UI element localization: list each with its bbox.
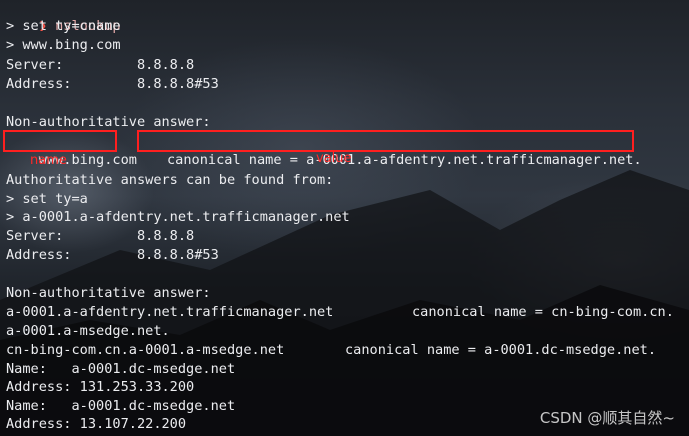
cname-column-row-2: canonical name = a-0001.dc-msedge.net. [345,342,656,358]
output-line: > set ty=a [6,191,88,207]
output-line: cn-bing-com.cn.a-0001.a-msedge.net [6,342,285,358]
name-highlight-box [3,130,117,152]
output-line: > set ty=cname [6,18,121,34]
output-line: Server: 8.8.8.8 [6,228,195,244]
value-annotation: value [316,151,352,166]
output-line: Name: a-0001.dc-msedge.net [6,361,236,377]
command-line: ❯ nslookup [6,0,121,34]
output-line: Name: a-0001.dc-msedge.net [6,398,236,414]
output-line: a-0001.a-afdentry.net.trafficmanager.net [6,304,334,320]
cname-column-row-1: canonical name = cn-bing-com.cn. [412,304,674,320]
output-line: Address: 8.8.8.8#53 [6,247,219,263]
cname-value: canonical name = a-0001.a-afdentry.net.t… [166,152,642,168]
output-line: Address: 8.8.8.8#53 [6,76,219,92]
output-line: Authoritative answers can be found from: [6,172,334,188]
output-line: Address: 131.253.33.200 [6,379,195,395]
output-line: Server: 8.8.8.8 [6,57,195,73]
output-line: > a-0001.a-afdentry.net.trafficmanager.n… [6,209,350,225]
value-highlight-box [137,130,634,152]
output-line: Non-authoritative answer: [6,285,211,301]
output-line: a-0001.a-msedge.net. [6,323,170,339]
name-annotation: name [30,153,67,168]
csdn-watermark: CSDN @顺其自然~ [539,409,675,427]
terminal-window[interactable]: ❯ nslookup > set ty=cname > www.bing.com… [0,0,689,436]
output-line: Address: 13.107.22.200 [6,416,187,432]
output-line: > www.bing.com [6,37,121,53]
